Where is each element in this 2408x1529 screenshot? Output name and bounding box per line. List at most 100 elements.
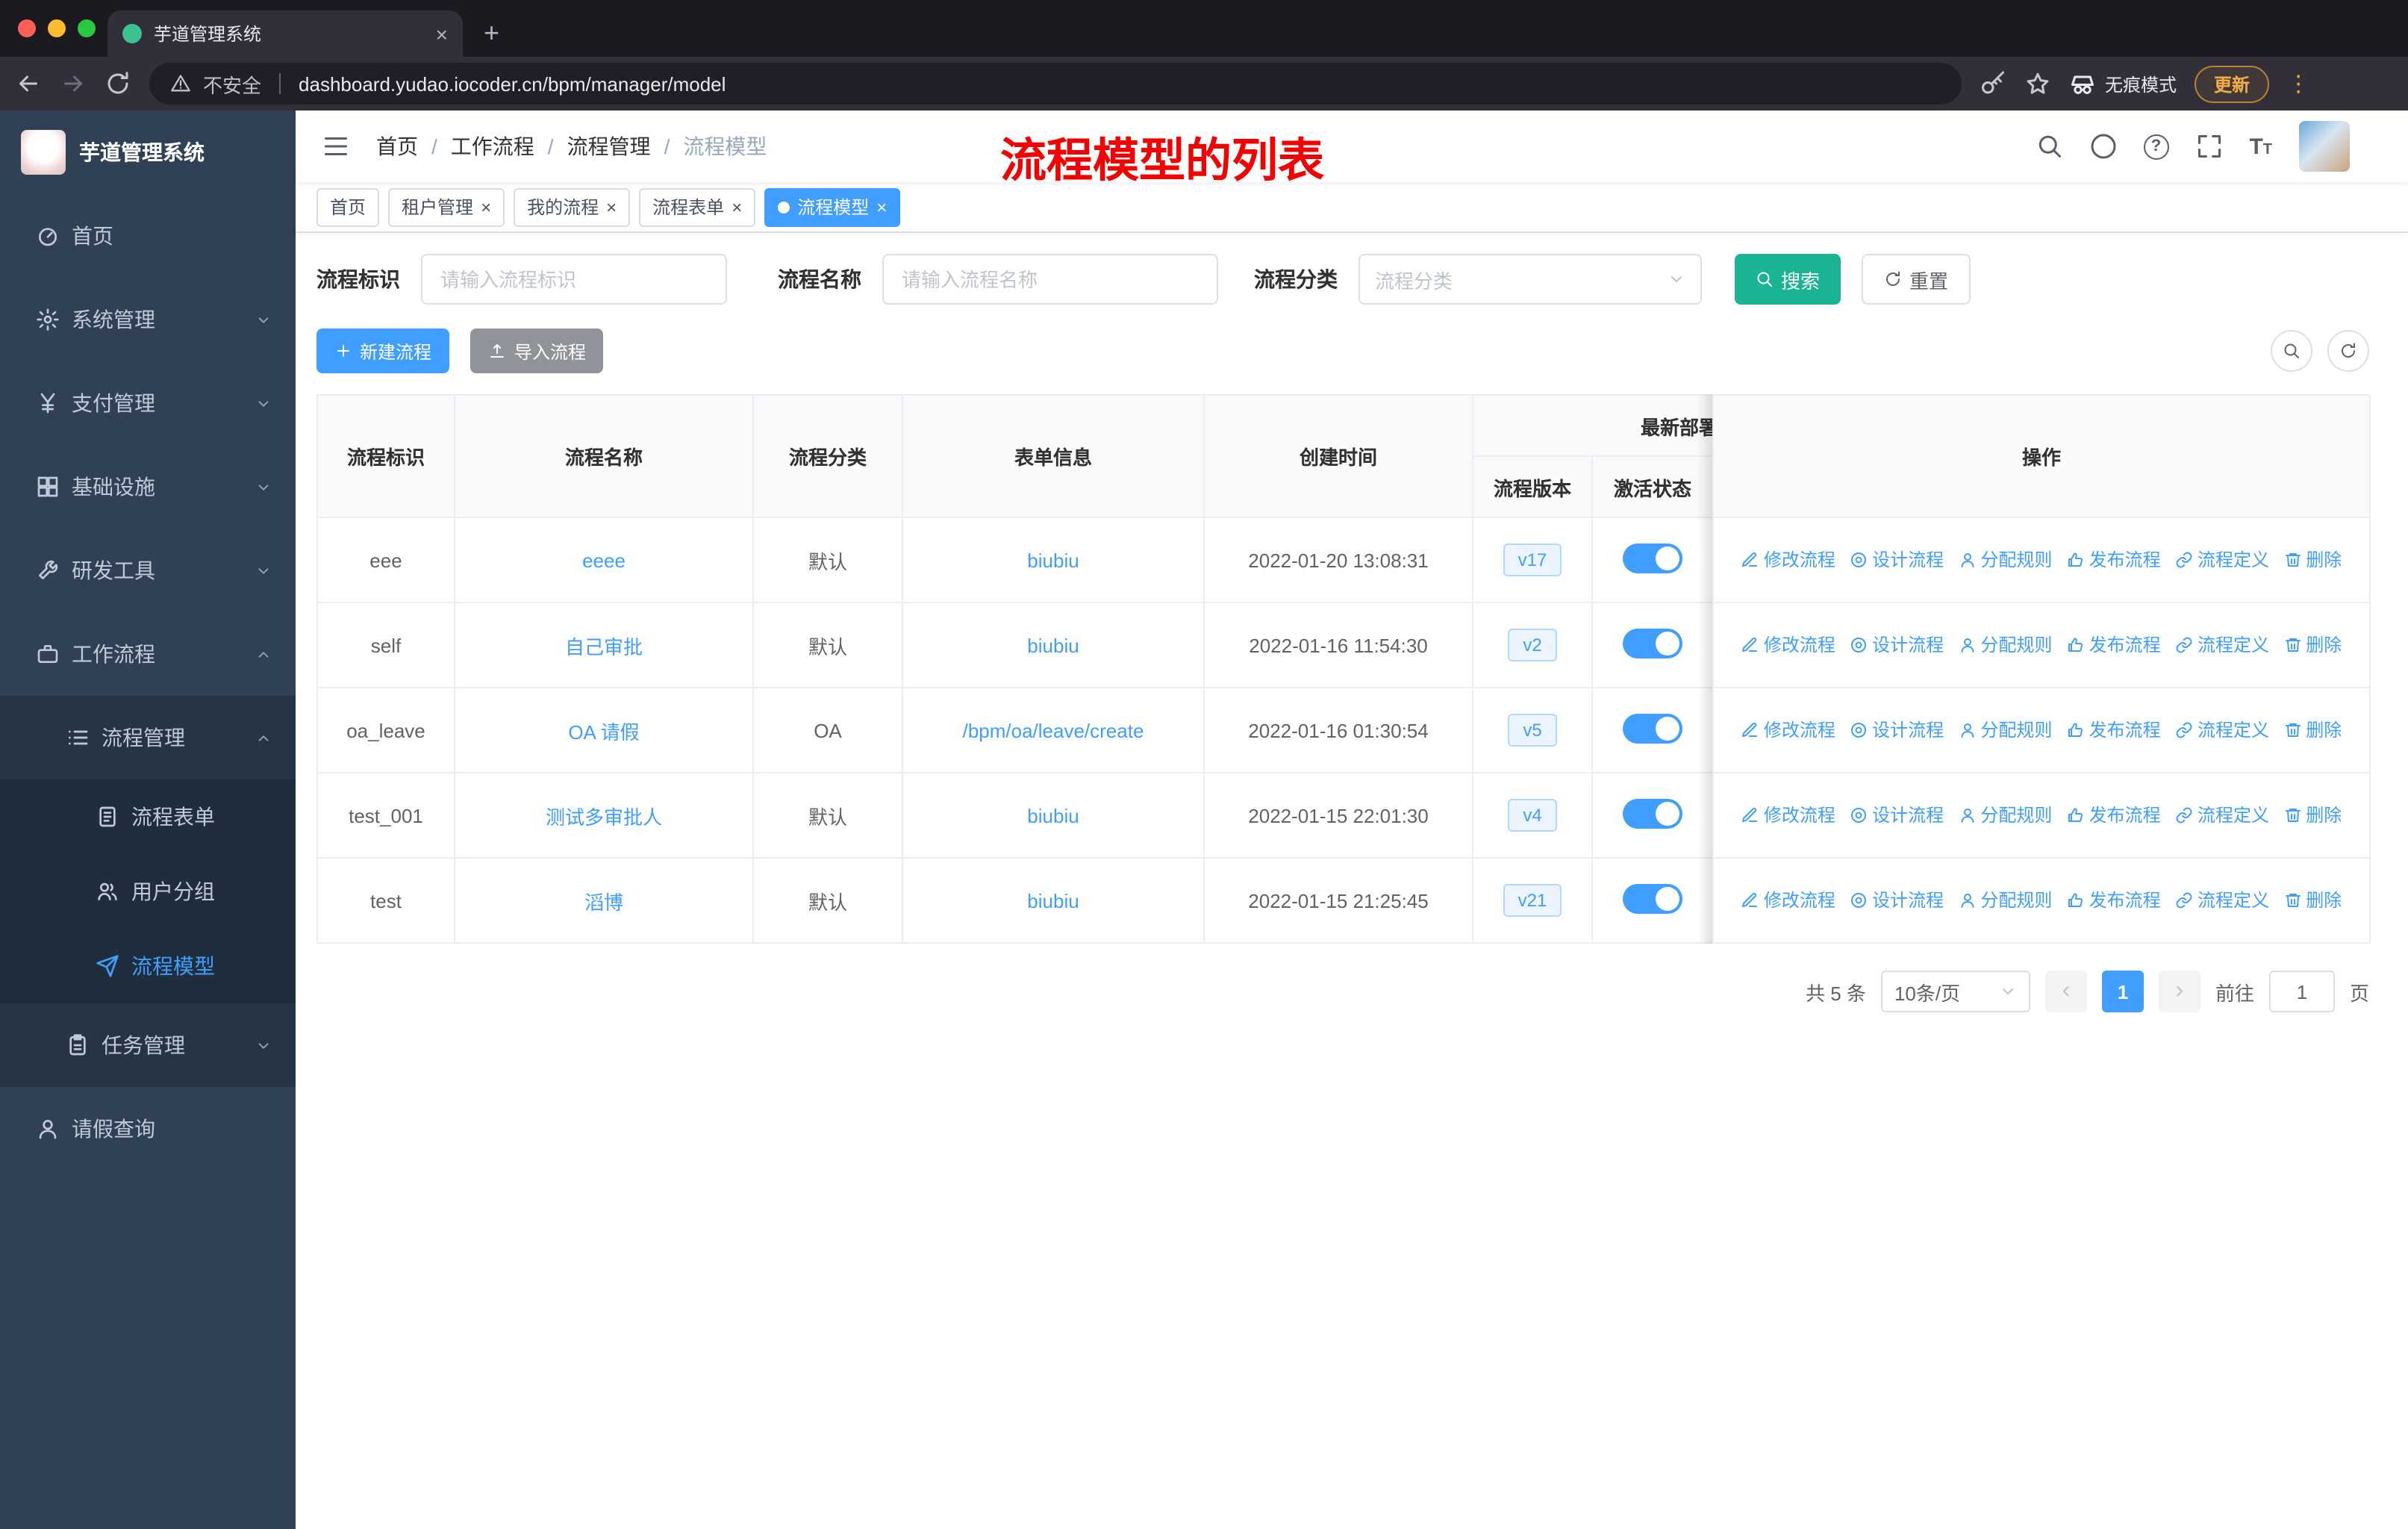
tab-close-button[interactable]: × [436,22,448,46]
page-size-select[interactable]: 10条/页 [1880,971,2030,1012]
sidebar-item-infrastructure[interactable]: 基础设施 [0,445,296,529]
process-name-link[interactable]: 自己审批 [565,635,643,658]
tag-home[interactable]: 首页 [316,187,380,226]
edit-process-link[interactable]: 修改流程 [1741,803,1835,828]
process-name-link[interactable]: 测试多审批人 [546,806,662,828]
active-switch[interactable] [1623,713,1682,743]
process-definition-link[interactable]: 流程定义 [2175,803,2269,828]
sidebar-item-process-management[interactable]: 流程管理 [0,696,296,779]
active-switch[interactable] [1623,543,1682,573]
tag-tenant-management[interactable]: 租户管理 × [388,187,505,226]
browser-tab[interactable]: 芋道管理系统 × [107,10,463,57]
prev-page-button[interactable]: ‹ [2044,971,2087,1012]
assign-rule-link[interactable]: 分配规则 [1958,888,2052,913]
assign-rule-link[interactable]: 分配规则 [1958,803,2052,828]
minimize-window-button[interactable] [48,19,66,37]
deploy-process-link[interactable]: 发布流程 [2067,547,2161,573]
active-switch[interactable] [1623,628,1682,658]
sidebar-item-user-group[interactable]: 用户分组 [0,854,296,929]
form-info-link[interactable]: biubiu [1027,634,1079,656]
version-badge[interactable]: v2 [1508,629,1557,661]
version-badge[interactable]: v4 [1508,799,1557,832]
version-badge[interactable]: v21 [1503,884,1562,917]
browser-menu-button[interactable]: ⋮ [2287,70,2309,97]
form-info-link[interactable]: biubiu [1027,889,1079,912]
search-icon[interactable] [2036,133,2062,160]
close-window-button[interactable] [18,19,36,37]
reload-button[interactable] [105,70,131,97]
toggle-search-button[interactable] [2271,330,2312,372]
close-icon[interactable]: × [481,198,491,216]
page-1-button[interactable]: 1 [2101,971,2144,1012]
close-icon[interactable]: × [732,198,742,216]
process-category-select[interactable]: 流程分类 [1359,254,1702,305]
update-button[interactable]: 更新 [2195,65,2270,102]
github-icon[interactable] [2089,133,2116,160]
assign-rule-link[interactable]: 分配规则 [1958,547,2052,573]
deploy-process-link[interactable]: 发布流程 [2067,632,2161,658]
delete-process-link[interactable]: 删除 [2283,888,2342,913]
next-page-button[interactable]: › [2158,971,2200,1012]
sidebar-item-home[interactable]: 首页 [0,194,296,278]
design-process-link[interactable]: 设计流程 [1850,803,1944,828]
edit-process-link[interactable]: 修改流程 [1741,888,1835,913]
create-process-button[interactable]: 新建流程 [316,328,450,373]
search-button[interactable]: 搜索 [1735,254,1841,305]
deploy-process-link[interactable]: 发布流程 [2067,888,2161,913]
design-process-link[interactable]: 设计流程 [1850,888,1944,913]
sidebar-item-process-model[interactable]: 流程模型 [0,929,296,1003]
breadcrumb-item-workflow[interactable]: 工作流程 [451,131,534,161]
delete-process-link[interactable]: 删除 [2283,717,2342,743]
process-key-input[interactable] [421,254,727,305]
breadcrumb-item-home[interactable]: 首页 [376,131,418,161]
form-info-link[interactable]: /bpm/oa/leave/create [963,719,1144,741]
sidebar-item-workflow[interactable]: 工作流程 [0,612,296,696]
tag-process-form[interactable]: 流程表单 × [639,187,756,226]
deploy-process-link[interactable]: 发布流程 [2067,803,2161,828]
sidebar-item-devtools[interactable]: 研发工具 [0,529,296,612]
font-size-icon[interactable]: TT [2249,134,2272,159]
edit-process-link[interactable]: 修改流程 [1741,547,1835,573]
refresh-list-button[interactable] [2327,330,2369,372]
process-name-input[interactable] [882,254,1218,305]
zoom-window-button[interactable] [78,19,96,37]
address-bar[interactable]: 不安全 dashboard.yudao.iocoder.cn/bpm/manag… [149,63,1962,105]
delete-process-link[interactable]: 删除 [2283,803,2342,828]
sidebar-item-process-form[interactable]: 流程表单 [0,779,296,854]
help-icon[interactable]: ? [2143,134,2169,159]
sidebar-item-task-management[interactable]: 任务管理 [0,1003,296,1087]
delete-process-link[interactable]: 删除 [2283,632,2342,658]
delete-process-link[interactable]: 删除 [2283,547,2342,573]
process-definition-link[interactable]: 流程定义 [2175,632,2269,658]
close-icon[interactable]: × [876,198,887,216]
version-badge[interactable]: v17 [1503,544,1562,576]
process-name-link[interactable]: 滔博 [584,891,623,913]
form-info-link[interactable]: biubiu [1027,549,1079,571]
goto-page-input[interactable] [2268,971,2335,1012]
design-process-link[interactable]: 设计流程 [1850,547,1944,573]
design-process-link[interactable]: 设计流程 [1850,632,1944,658]
url-text[interactable]: dashboard.yudao.iocoder.cn/bpm/manager/m… [299,72,726,95]
forward-button[interactable] [60,70,87,97]
edit-process-link[interactable]: 修改流程 [1741,632,1835,658]
process-name-link[interactable]: OA 请假 [568,720,639,743]
tag-process-model[interactable]: 流程模型 × [764,187,901,226]
security-label[interactable]: 不安全 [203,69,261,98]
import-process-button[interactable]: 导入流程 [470,328,604,373]
close-icon[interactable]: × [606,198,617,216]
form-info-link[interactable]: biubiu [1027,804,1079,826]
back-button[interactable] [15,70,42,97]
reset-button[interactable]: 重置 [1862,254,1971,305]
version-badge[interactable]: v5 [1508,714,1557,747]
assign-rule-link[interactable]: 分配规则 [1958,632,2052,658]
key-icon[interactable] [1980,70,2006,97]
process-definition-link[interactable]: 流程定义 [2175,547,2269,573]
sidebar-logo[interactable]: 芋道管理系统 [0,110,296,194]
active-switch[interactable] [1623,883,1682,913]
sidebar-item-leave-query[interactable]: 请假查询 [0,1087,296,1171]
assign-rule-link[interactable]: 分配规则 [1958,717,2052,743]
new-tab-button[interactable]: + [484,18,499,49]
sidebar-item-payment[interactable]: 支付管理 [0,361,296,445]
process-definition-link[interactable]: 流程定义 [2175,717,2269,743]
sidebar-item-system[interactable]: 系统管理 [0,278,296,361]
